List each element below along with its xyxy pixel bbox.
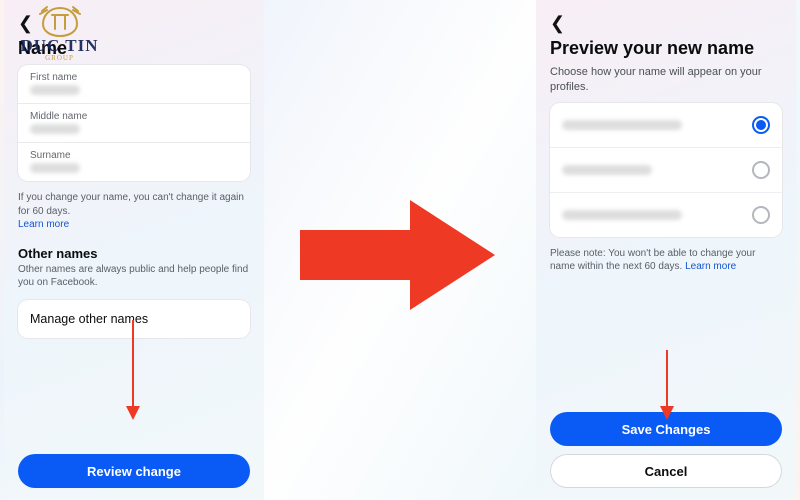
cancel-button[interactable]: Cancel [550,454,782,488]
middle-name-label: Middle name [30,111,238,122]
back-icon[interactable]: ❮ [18,13,33,34]
first-name-field[interactable]: First name [18,65,250,103]
surname-value [30,163,80,173]
name-format-list [550,103,782,237]
other-names-heading: Other names [18,246,250,261]
page-title: Preview your new name [550,38,782,59]
surname-label: Surname [30,150,238,161]
name-option-1-label [562,120,682,130]
name-change-note: If you change your name, you can't chang… [18,191,250,232]
name-option-2[interactable] [550,148,782,192]
name-option-2-label [562,165,652,175]
middle-name-value [30,124,80,134]
preview-note: Please note: You won't be able to change… [550,247,782,274]
first-name-label: First name [30,72,238,83]
annotation-arrow-icon [660,350,674,420]
other-names-sub: Other names are always public and help p… [18,263,250,290]
name-option-3[interactable] [550,193,782,237]
learn-more-link[interactable]: Learn more [18,219,69,230]
learn-more-link[interactable]: Learn more [685,261,736,272]
name-edit-screen: ❮ Name First name Middle name Surname If… [4,0,264,500]
surname-field[interactable]: Surname [18,143,250,181]
page-subtitle: Choose how your name will appear on your… [550,65,782,95]
annotation-arrow-icon [126,320,140,420]
preview-name-screen: ❮ Preview your new name Choose how your … [536,0,796,500]
radio-selected-icon [752,116,770,134]
radio-unselected-icon [752,161,770,179]
transition-arrow-icon [300,200,495,310]
name-fields-card: First name Middle name Surname [18,65,250,181]
back-icon[interactable]: ❮ [550,13,565,34]
first-name-value [30,85,80,95]
middle-name-field[interactable]: Middle name [18,104,250,142]
page-title: Name [18,38,250,59]
name-option-1[interactable] [550,103,782,147]
name-option-3-label [562,210,682,220]
radio-unselected-icon [752,206,770,224]
review-change-button[interactable]: Review change [18,454,250,488]
